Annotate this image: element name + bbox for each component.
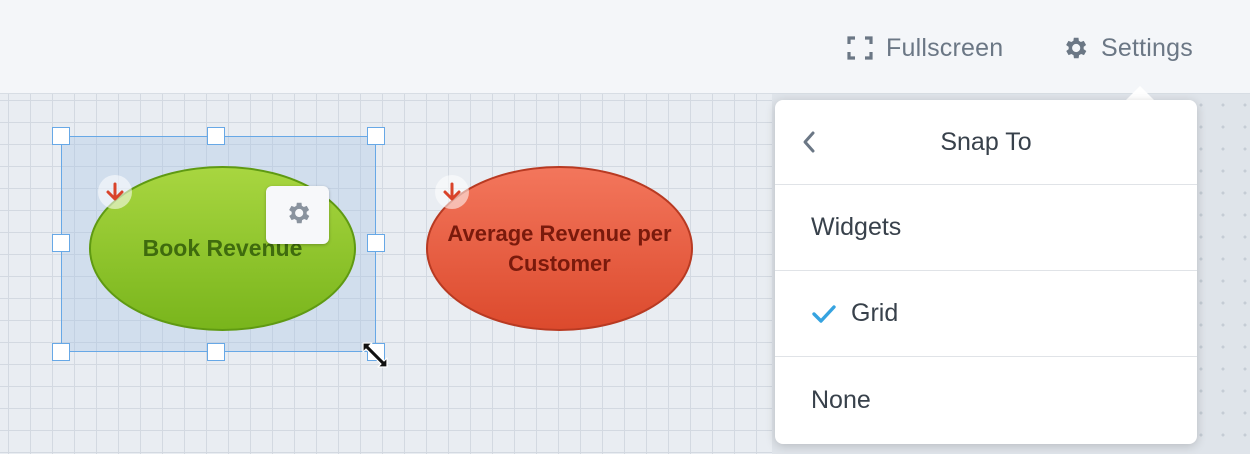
arrow-down-icon: [435, 175, 469, 209]
chevron-left-icon[interactable]: [801, 128, 817, 161]
menu-item-widgets[interactable]: Widgets: [775, 185, 1197, 271]
menu-item-label: Grid: [851, 299, 899, 327]
resize-handle-left[interactable]: [52, 234, 70, 252]
menu-header: Snap To: [775, 100, 1197, 185]
node-label: Average Revenue per Customer: [447, 220, 672, 276]
gear-icon: [284, 199, 312, 232]
popover-caret: [1125, 86, 1155, 101]
resize-handle-top-right[interactable]: [367, 127, 385, 145]
menu-item-label: None: [811, 385, 871, 414]
menu-item-none[interactable]: None: [775, 357, 1197, 443]
resize-handle-bottom[interactable]: [207, 343, 225, 361]
fullscreen-icon: [846, 35, 874, 61]
fullscreen-label: Fullscreen: [886, 33, 1004, 62]
resize-diagonal-icon: [359, 339, 391, 376]
snap-to-menu: Snap To Widgets Grid None: [775, 100, 1197, 444]
settings-label: Settings: [1101, 33, 1193, 62]
node-settings-button[interactable]: [266, 186, 329, 244]
arrow-down-icon: [98, 175, 132, 209]
resize-handle-top-left[interactable]: [52, 127, 70, 145]
settings-button[interactable]: Settings: [1061, 28, 1193, 68]
resize-handle-right[interactable]: [367, 234, 385, 252]
top-toolbar: Fullscreen Settings: [0, 0, 1250, 94]
gear-icon: [1061, 34, 1089, 62]
menu-item-grid[interactable]: Grid: [775, 271, 1197, 357]
menu-title: Snap To: [940, 128, 1032, 156]
resize-handle-top[interactable]: [207, 127, 225, 145]
resize-handle-bottom-left[interactable]: [52, 343, 70, 361]
menu-item-label: Widgets: [811, 213, 902, 241]
checkmark-icon: [811, 303, 837, 325]
fullscreen-button[interactable]: Fullscreen: [846, 28, 1003, 68]
